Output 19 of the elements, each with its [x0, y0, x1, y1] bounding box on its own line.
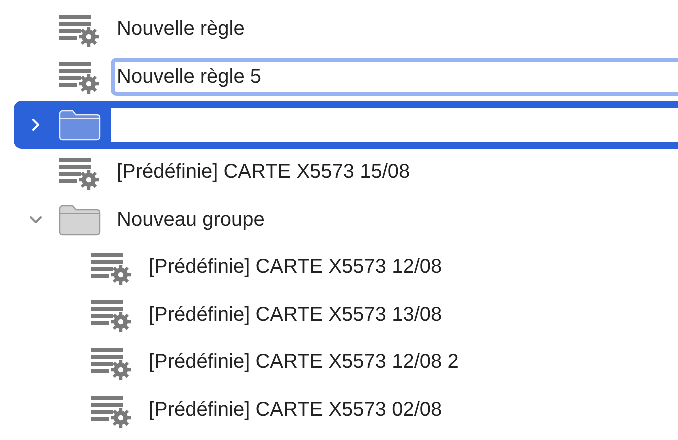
tree-item-label[interactable]: [Prédéfinie] CARTE X5573 13/08	[149, 304, 442, 327]
tree-item-label[interactable]: [Prédéfinie] CARTE X5573 12/08 2	[149, 351, 459, 374]
rule-gear-icon	[90, 250, 134, 285]
name-input-field[interactable]	[111, 108, 678, 142]
tree-item-label[interactable]: [Prédéfinie] CARTE X5573 02/08	[149, 399, 442, 422]
rule-gear-icon	[90, 298, 134, 332]
folder-icon	[58, 108, 102, 142]
rule-gear-icon	[58, 156, 102, 190]
rule-gear-icon	[90, 346, 134, 380]
tree-item-label[interactable]: [Prédéfinie] CARTE X5573 12/08	[149, 256, 442, 280]
tree-item-label[interactable]: Nouvelle règle	[117, 18, 245, 42]
tree-item-label[interactable]: Nouveau groupe	[117, 208, 265, 232]
name-input-field[interactable]: Nouvelle règle 5	[111, 58, 678, 96]
tree-item-label[interactable]: [Prédéfinie] CARTE X5573 15/08	[117, 161, 410, 184]
rule-gear-icon	[58, 12, 102, 47]
rule-gear-icon	[90, 394, 134, 428]
rule-gear-icon	[58, 60, 102, 94]
selected-row[interactable]	[14, 101, 678, 149]
folder-icon	[58, 203, 102, 238]
